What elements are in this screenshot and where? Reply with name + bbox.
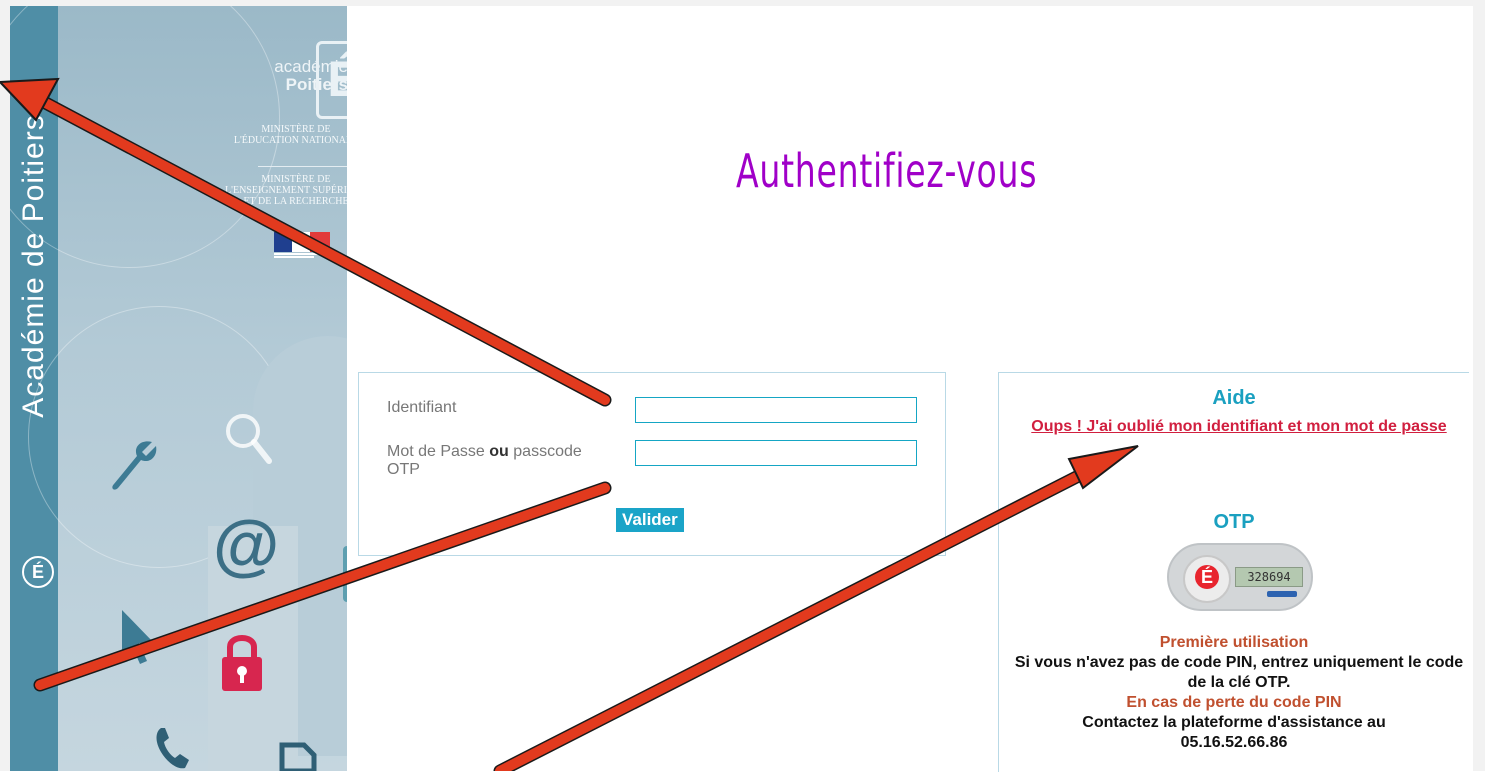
forgot-credentials-link[interactable]: Oups ! J'ai oublié mon identifiant et mo…	[1009, 417, 1469, 437]
password-input[interactable]	[635, 440, 917, 466]
valider-button[interactable]: Valider	[616, 508, 684, 532]
ministry-line: MINISTÈRE DE	[261, 174, 331, 185]
ministry-higher-education: MINISTÈRE DE L'ENSEIGNEMENT SUPÉRIEUR ET…	[216, 174, 347, 207]
otp-token-display: 328694	[1235, 567, 1303, 587]
lock-icon	[218, 631, 266, 698]
aide-heading: Aide	[1212, 387, 1256, 409]
academie-e-logo: É	[316, 41, 347, 119]
ministry-line: ET DE LA RECHERCHE	[243, 196, 347, 207]
republique-francaise-flag-logo	[274, 232, 330, 260]
otp-brand-badge	[1267, 591, 1297, 597]
document-icon	[278, 741, 318, 771]
ministry-line: L'ENSEIGNEMENT SUPÉRIEUR	[225, 185, 347, 196]
otp-e-logo-icon: É	[1195, 565, 1219, 589]
left-border	[0, 0, 10, 771]
otp-heading: OTP	[1213, 511, 1255, 533]
cursor-arrow-icon	[118, 606, 158, 671]
otp-token-button: É	[1183, 555, 1231, 603]
page-title: Authentifiez-vous	[736, 144, 1038, 198]
first-use-heading: Première utilisation	[1159, 634, 1309, 651]
email-at-icon: @	[213, 507, 280, 583]
login-form: Identifiant Mot de Passe ou passcode OTP…	[358, 372, 946, 556]
lost-pin-heading: En cas de perte du code PIN	[1126, 694, 1342, 711]
search-icon	[223, 411, 273, 471]
ministry-separator	[258, 166, 347, 167]
help-panel: Aide Oups ! J'ai oublié mon identifiant …	[998, 372, 1469, 772]
ministry-line: L'ÉDUCATION NATIONALE	[233, 135, 347, 146]
password-label-or: ou	[489, 443, 509, 460]
calendar-icon: 31	[343, 546, 347, 602]
page-frame: Académie de Poitiers É @ 31	[0, 0, 1485, 772]
otp-token-image: É 328694	[1167, 543, 1313, 611]
password-label-text: Mot de Passe	[387, 443, 490, 460]
identifiant-input[interactable]	[635, 397, 917, 423]
identifiant-label: Identifiant	[387, 399, 457, 416]
ministry-education: MINISTÈRE DE L'ÉDUCATION NATIONALE	[216, 124, 347, 146]
right-border	[1473, 0, 1485, 771]
first-use-text: Si vous n'avez pas de code PIN, entrez u…	[1014, 654, 1464, 691]
password-label: Mot de Passe ou passcode OTP	[387, 443, 617, 479]
phone-icon	[153, 726, 193, 771]
support-phone-number: 05.16.52.66.86	[1180, 734, 1288, 751]
academie-sidebar-banner: Académie de Poitiers É @ 31	[10, 6, 347, 771]
academie-e-logo-icon: É	[22, 556, 54, 588]
ministry-line: MINISTÈRE DE	[261, 124, 331, 135]
sidebar-illustration: @ 31 académie Poitiers É MINISTÈRE DE L'…	[10, 6, 347, 771]
wrench-icon	[108, 436, 158, 501]
lost-pin-text: Contactez la plateforme d'assistance au	[1082, 714, 1386, 731]
